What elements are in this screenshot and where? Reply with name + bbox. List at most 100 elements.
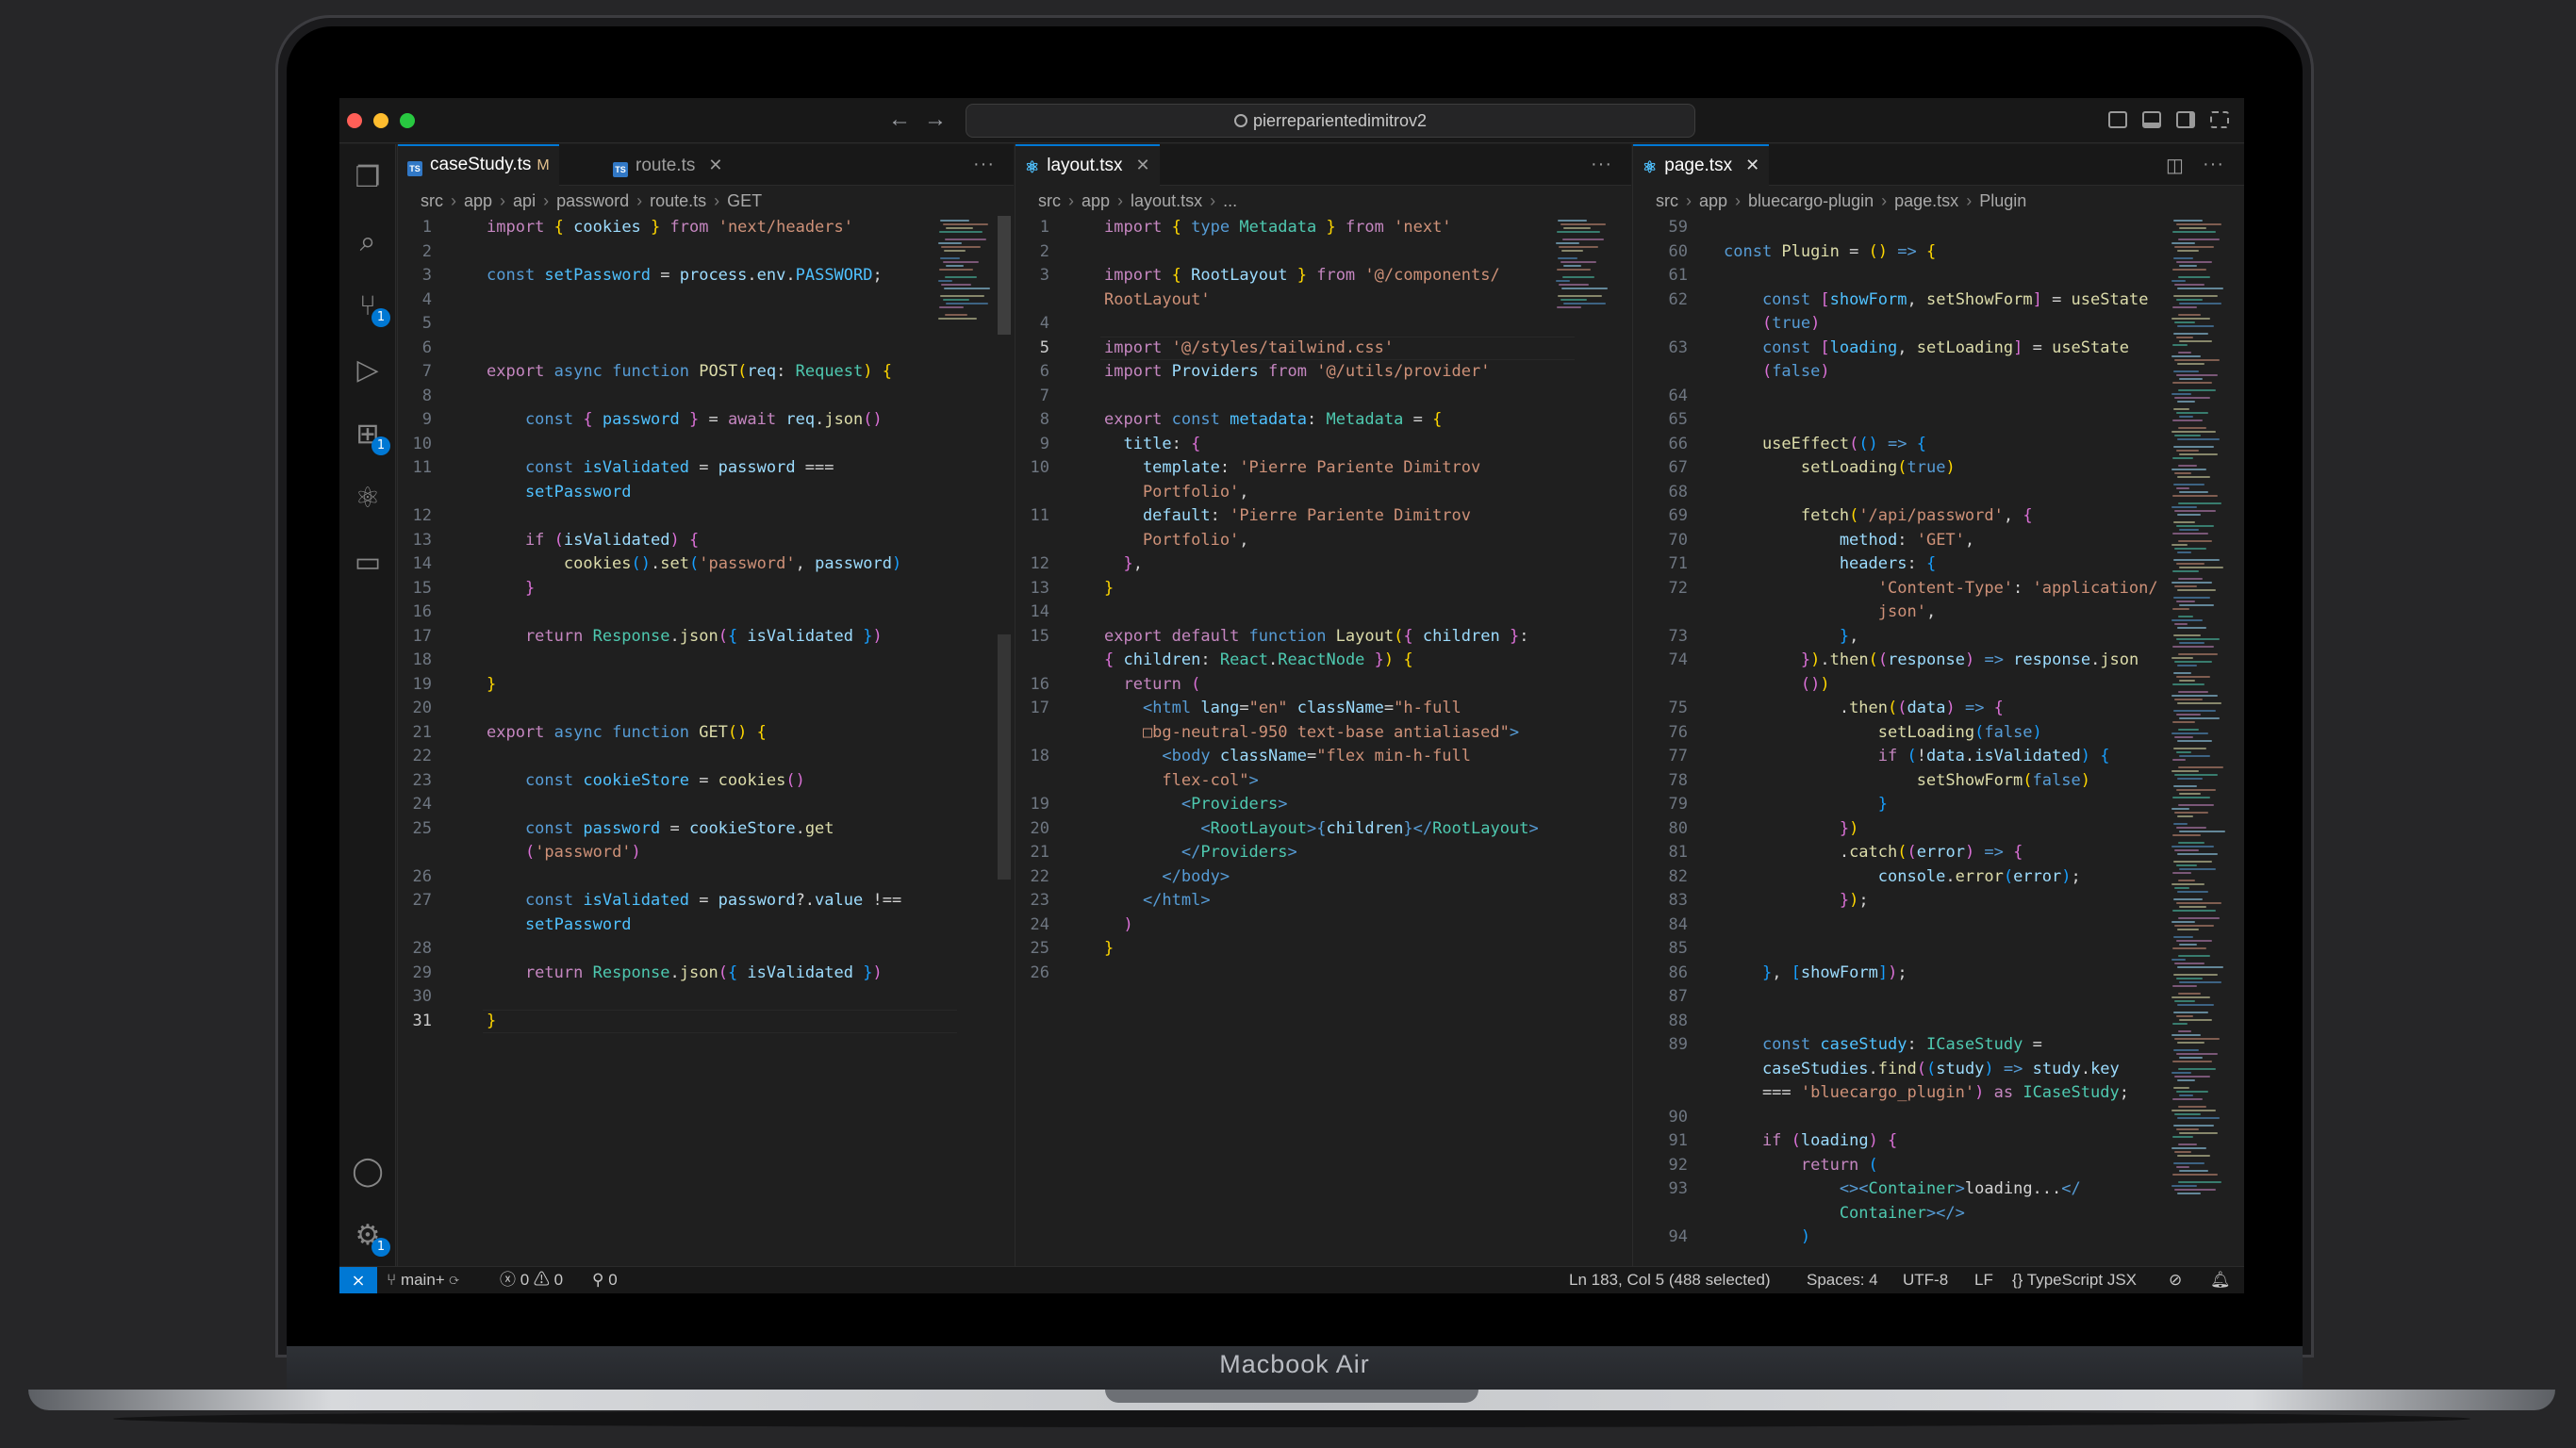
code-token: { bbox=[756, 722, 767, 742]
code-token: if bbox=[1724, 747, 1907, 765]
minimap[interactable] bbox=[2171, 216, 2227, 1215]
branch-indicator[interactable]: ⑂ main+ ⟳ bbox=[387, 1267, 459, 1293]
breadcrumb-item[interactable]: password bbox=[556, 191, 629, 210]
line-number: 18 bbox=[1030, 747, 1049, 765]
split-editor-icon[interactable]: ◫ bbox=[2166, 154, 2185, 177]
settings-gear-icon[interactable]: ⚙ 1 bbox=[349, 1217, 390, 1257]
problems-indicator[interactable]: ⓧ 0 ⚠ 0 bbox=[500, 1267, 563, 1293]
breadcrumb-item[interactable]: app bbox=[464, 191, 492, 210]
code-line: .catch((error) => { bbox=[1724, 841, 2023, 865]
encoding[interactable]: UTF-8 bbox=[1903, 1267, 1948, 1293]
close-icon[interactable]: ✕ bbox=[1136, 156, 1150, 174]
maximize-window-button[interactable] bbox=[400, 113, 415, 128]
minimap-line bbox=[2173, 861, 2212, 863]
code-token: } bbox=[1296, 266, 1317, 285]
code-token: isValidated bbox=[747, 963, 864, 982]
breadcrumb-item[interactable]: bluecargo-plugin bbox=[1748, 191, 1874, 210]
toggle-panel-icon[interactable] bbox=[2142, 111, 2161, 128]
minimap-line bbox=[2171, 242, 2195, 244]
code-token: ) bbox=[1849, 818, 1859, 838]
minimap-line bbox=[2178, 352, 2191, 354]
account-icon[interactable]: ◯ bbox=[349, 1153, 387, 1191]
line-endings[interactable]: LF bbox=[1974, 1267, 1993, 1293]
code-token: : bbox=[1200, 650, 1220, 669]
close-window-button[interactable] bbox=[347, 113, 362, 128]
minimap-line bbox=[2178, 1144, 2197, 1145]
chat-icon[interactable]: ▭ bbox=[349, 544, 387, 582]
search-icon bbox=[1233, 114, 1247, 127]
code-token: loading bbox=[1829, 337, 1898, 357]
minimap-line bbox=[2172, 683, 2204, 685]
breadcrumb-item[interactable]: app bbox=[1082, 191, 1110, 210]
breadcrumb-item[interactable]: app bbox=[1699, 191, 1727, 210]
code-token: { bbox=[1432, 410, 1443, 429]
code-line: ) bbox=[1724, 1226, 1810, 1250]
indentation[interactable]: Spaces: 4 bbox=[1807, 1267, 1878, 1293]
breadcrumb-item[interactable]: ... bbox=[1223, 191, 1237, 210]
code-editor[interactable]: 59 60 const Plugin = () => {61 62 const [sh… bbox=[1633, 216, 2244, 1266]
breadcrumb-item[interactable]: page.tsx bbox=[1894, 191, 1958, 210]
breadcrumb-item[interactable]: src bbox=[1656, 191, 1678, 210]
more-actions-icon[interactable]: ··· bbox=[973, 154, 995, 175]
breadcrumb-item[interactable]: src bbox=[1038, 191, 1061, 210]
react-icon[interactable]: ⚛ bbox=[349, 480, 387, 518]
tab-page[interactable]: ⚛ page.tsx ✕ bbox=[1633, 144, 1770, 186]
run-debug-icon[interactable]: ▷ bbox=[349, 352, 387, 389]
close-icon[interactable]: ✕ bbox=[708, 156, 722, 174]
code-editor[interactable]: 1 import { cookies } from 'next/headers' 2… bbox=[398, 216, 1014, 1266]
scrollbar-thumb[interactable] bbox=[998, 634, 1011, 880]
notifications-bell-icon[interactable]: 🔔︎ bbox=[2210, 1267, 2231, 1293]
minimize-window-button[interactable] bbox=[373, 113, 388, 128]
more-actions-icon[interactable]: ··· bbox=[2203, 154, 2224, 175]
tab-layout[interactable]: ⚛ layout.tsx ✕ bbox=[1016, 144, 1160, 186]
minimap-line bbox=[2177, 966, 2223, 968]
source-control-icon[interactable]: ⑂ 1 bbox=[349, 288, 390, 327]
tab-casestudy[interactable]: TS caseStudy.ts M bbox=[398, 144, 559, 186]
minimap-line bbox=[2179, 868, 2216, 870]
code-token: </ bbox=[1104, 866, 1181, 886]
line-number: 31 bbox=[412, 1011, 432, 1030]
breadcrumb-item[interactable]: layout.tsx bbox=[1131, 191, 1202, 210]
ports-indicator[interactable]: ⚲ 0 bbox=[592, 1267, 618, 1293]
customize-layout-icon[interactable] bbox=[2210, 111, 2229, 128]
command-center-search[interactable]: pierreparientedimitrov2 bbox=[966, 104, 1695, 138]
forward-arrow-icon[interactable]: → bbox=[924, 107, 947, 132]
code-token: ) bbox=[1964, 650, 1985, 669]
back-arrow-icon[interactable]: ← bbox=[888, 107, 911, 132]
close-icon[interactable]: ✕ bbox=[1745, 156, 1759, 174]
minimap-line bbox=[2174, 284, 2204, 286]
toggle-secondary-sidebar-icon[interactable] bbox=[2176, 111, 2195, 128]
search-icon[interactable]: ⌕ bbox=[349, 223, 387, 261]
extensions-icon[interactable]: ⊞ 1 bbox=[349, 416, 390, 455]
warning-icon: ⚠ bbox=[529, 1271, 554, 1289]
copilot-icon[interactable]: ⊘ bbox=[2169, 1267, 2182, 1293]
breadcrumb-item[interactable]: route.ts bbox=[650, 191, 706, 210]
minimap-line bbox=[945, 239, 986, 240]
breadcrumb-item[interactable]: src bbox=[421, 191, 443, 210]
remote-indicator-icon[interactable]: ⨯ bbox=[339, 1267, 377, 1293]
code-token: = bbox=[699, 770, 718, 790]
breadcrumb-item[interactable]: Plugin bbox=[1979, 191, 2026, 210]
code-token: : bbox=[776, 362, 796, 381]
code-line: const caseStudy: ICaseStudy = bbox=[1724, 1033, 2042, 1058]
vertical-scrollbar[interactable] bbox=[998, 216, 1011, 335]
toggle-primary-sidebar-icon[interactable] bbox=[2108, 111, 2127, 128]
line-number: 19 bbox=[412, 674, 432, 694]
code-editor[interactable]: 1 import { type Metadata } from 'next' 2 3 i… bbox=[1016, 216, 1631, 1266]
code-token: </ bbox=[1104, 891, 1163, 910]
breadcrumb-item[interactable]: api bbox=[513, 191, 536, 210]
explorer-icon[interactable]: ❐ bbox=[349, 159, 387, 197]
cursor-position[interactable]: Ln 183, Col 5 (488 selected) bbox=[1569, 1267, 1771, 1293]
tab-route[interactable]: TS route.ts ✕ bbox=[603, 144, 732, 186]
error-count: 0 bbox=[520, 1271, 530, 1289]
minimap[interactable] bbox=[1555, 216, 1611, 329]
more-actions-icon[interactable]: ··· bbox=[1591, 154, 1612, 175]
minimap-line bbox=[944, 288, 990, 289]
code-token: Providers bbox=[1191, 795, 1279, 814]
breadcrumb-item[interactable]: GET bbox=[727, 191, 762, 210]
code-token: } bbox=[863, 963, 873, 982]
code-token: const bbox=[487, 410, 584, 429]
minimap[interactable] bbox=[937, 216, 994, 329]
language-mode[interactable]: {} TypeScript JSX bbox=[2012, 1267, 2137, 1293]
line-number: 61 bbox=[1668, 266, 1688, 285]
